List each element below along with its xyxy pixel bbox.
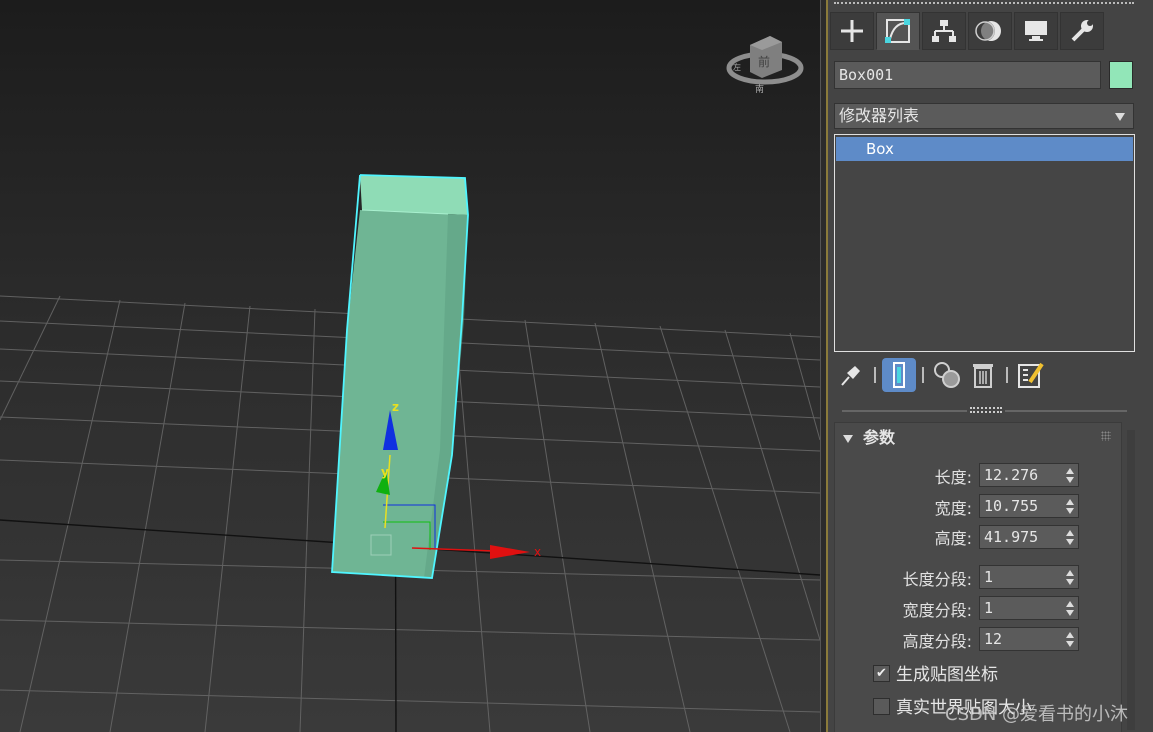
rollout-separator[interactable] xyxy=(842,407,1127,413)
modifier-stack[interactable]: Box xyxy=(834,134,1135,352)
hierarchy-icon xyxy=(932,20,956,42)
modifier-list-dropdown[interactable]: 修改器列表 xyxy=(834,103,1134,129)
motion-icon xyxy=(975,21,1001,41)
length-segments-label: 长度分段: xyxy=(902,570,972,589)
remove-modifier-button[interactable] xyxy=(966,358,1000,392)
gizmo-x-label: x xyxy=(534,545,541,559)
plus-icon xyxy=(841,20,863,42)
watermark-text: CSDN @爱看书的小沐 xyxy=(945,704,1129,725)
hierarchy-tab[interactable] xyxy=(922,12,966,50)
length-segments-spinner[interactable]: 1 xyxy=(979,565,1079,589)
gizmo-y-label: y xyxy=(381,465,389,479)
object-color-swatch[interactable] xyxy=(1109,61,1133,89)
viewcube-front-label: 前 xyxy=(758,54,770,69)
width-spinner[interactable]: 10.755 xyxy=(979,494,1079,518)
collapse-triangle-icon xyxy=(843,434,853,443)
viewport-scene: z y x 前 左 南 xyxy=(0,36,820,732)
stack-item-box[interactable]: Box xyxy=(836,137,1133,161)
utilities-tab[interactable] xyxy=(1060,12,1104,50)
make-unique-icon xyxy=(934,362,960,388)
length-spinner[interactable]: 12.276 xyxy=(979,463,1079,487)
height-segments-spinner[interactable]: 12 xyxy=(979,627,1079,651)
make-unique-button[interactable] xyxy=(930,358,964,392)
parameters-rollout: 参数 长度: 12.276 宽度: 10.755 高度: 41.975 长度分段… xyxy=(834,422,1122,732)
monitor-icon xyxy=(1025,21,1047,41)
height-label: 高度: xyxy=(934,529,972,548)
box001-mesh xyxy=(331,174,469,579)
height-segments-label: 高度分段: xyxy=(902,632,972,651)
pin-icon xyxy=(841,366,860,386)
motion-tab[interactable] xyxy=(968,12,1012,50)
show-end-result-button[interactable] xyxy=(882,358,916,392)
viewport-panel-divider[interactable] xyxy=(820,0,828,732)
width-segments-label: 宽度分段: xyxy=(902,601,972,620)
generate-mapping-coords-checkbox[interactable]: ✔ xyxy=(873,664,890,682)
modify-curve-icon xyxy=(885,19,910,43)
command-panel: Box001 修改器列表 Box 参数 长度: 12.276 宽度: 10.75… xyxy=(828,0,1153,732)
create-tab[interactable] xyxy=(830,12,874,50)
perspective-viewport[interactable]: z y x 前 左 南 xyxy=(0,0,820,732)
show-end-result-icon xyxy=(893,362,905,388)
pin-stack-button[interactable] xyxy=(834,358,868,392)
wrench-icon xyxy=(1071,20,1093,42)
configure-sets-icon xyxy=(1018,362,1044,388)
modifier-list-label: 修改器列表 xyxy=(839,106,920,125)
display-tab[interactable] xyxy=(1014,12,1058,50)
viewcube-side-label: 左 xyxy=(733,62,741,72)
width-label: 宽度: xyxy=(934,499,972,518)
real-world-map-size-checkbox[interactable] xyxy=(873,697,890,715)
panel-scrollbar[interactable] xyxy=(1127,430,1135,730)
stack-toolbar xyxy=(834,358,1134,394)
width-segments-spinner[interactable]: 1 xyxy=(979,596,1079,620)
command-panel-tabs xyxy=(828,0,1153,52)
delete-modifier-icon xyxy=(973,364,993,388)
modify-tab[interactable] xyxy=(876,12,920,50)
length-label: 长度: xyxy=(934,468,972,487)
configure-modifier-sets-button[interactable] xyxy=(1014,358,1048,392)
viewcube-south-label: 南 xyxy=(755,83,764,95)
object-name-field[interactable]: Box001 xyxy=(834,61,1101,89)
height-spinner[interactable]: 41.975 xyxy=(979,525,1079,549)
generate-mapping-coords-row[interactable]: ✔ 生成贴图坐标 xyxy=(873,664,998,686)
gizmo-z-label: z xyxy=(392,400,399,414)
viewcube: 前 左 南 xyxy=(726,36,804,95)
rollout-grip-icon xyxy=(1101,431,1111,441)
panel-drag-handle[interactable] xyxy=(834,2,1134,7)
parameters-rollout-header[interactable]: 参数 xyxy=(843,427,895,449)
chevron-down-icon xyxy=(1115,113,1125,121)
